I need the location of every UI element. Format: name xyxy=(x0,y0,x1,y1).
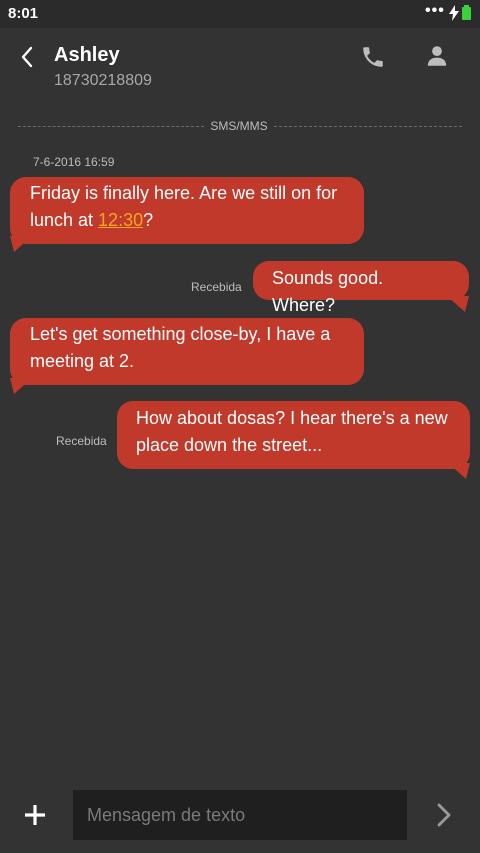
status-time: 8:01 xyxy=(8,5,39,22)
messaging-screen: 8:01 ••• Ashley 18730218809 SMS/MMS 7-6-… xyxy=(0,0,480,853)
battery-icon xyxy=(462,5,471,20)
send-button[interactable] xyxy=(432,802,456,828)
contact-profile-button[interactable] xyxy=(424,43,450,69)
time-link[interactable]: 12:30 xyxy=(98,210,143,230)
channel-label: SMS/MMS xyxy=(210,119,268,133)
call-button[interactable] xyxy=(360,44,386,70)
contact-name: Ashley xyxy=(54,44,120,66)
plus-icon xyxy=(25,805,45,825)
message-input[interactable] xyxy=(73,790,407,840)
person-icon xyxy=(427,46,447,66)
contact-number: 18730218809 xyxy=(54,72,152,89)
message-text-end: ? xyxy=(143,210,154,230)
message-text: Sounds good. Where? xyxy=(272,268,384,315)
message-bubble-outgoing[interactable]: Sounds good. Where? xyxy=(253,261,469,315)
send-chevron-icon xyxy=(437,803,451,827)
message-status: Recebida xyxy=(56,434,107,448)
message-bubble-outgoing[interactable]: How about dosas? I hear there's a new pl… xyxy=(117,401,470,469)
message-timestamp: 7-6-2016 16:59 xyxy=(33,155,115,169)
add-attachment-button[interactable] xyxy=(22,802,48,828)
status-bar: 8:01 ••• xyxy=(0,0,480,28)
overflow-dots-icon: ••• xyxy=(425,2,445,19)
message-text: Let's get something close-by, I have a m… xyxy=(30,324,331,371)
charging-bolt-icon xyxy=(449,5,459,26)
channel-divider: SMS/MMS xyxy=(18,118,462,134)
message-text: Friday is finally here. Are we still on … xyxy=(30,183,338,230)
message-bubble-incoming[interactable]: Let's get something close-by, I have a m… xyxy=(10,318,364,385)
phone-icon xyxy=(363,47,383,67)
back-chevron-icon xyxy=(21,46,33,68)
back-button[interactable] xyxy=(14,44,40,70)
message-text: How about dosas? I hear there's a new pl… xyxy=(136,408,448,455)
message-status: Recebida xyxy=(191,280,242,294)
message-bubble-incoming[interactable]: Friday is finally here. Are we still on … xyxy=(10,177,364,244)
